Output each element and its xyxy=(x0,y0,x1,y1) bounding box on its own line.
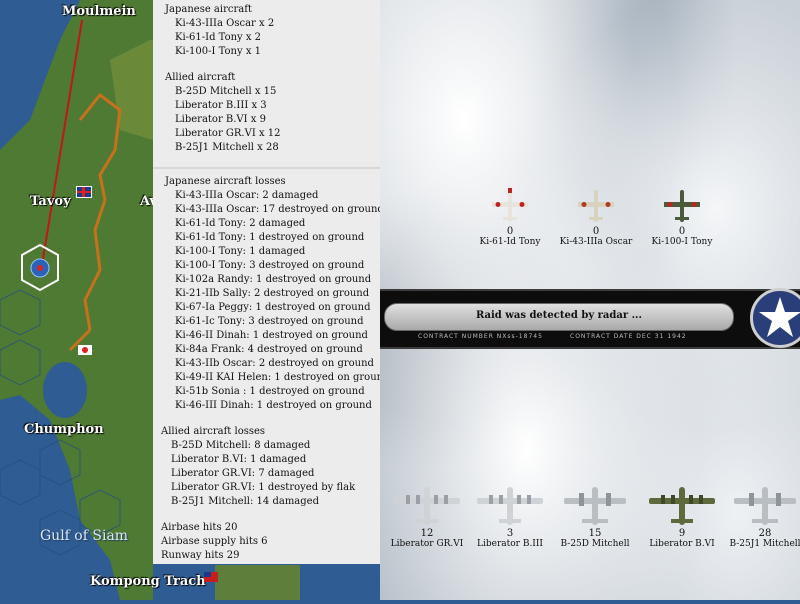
list-item: Ki-43-IIb Oscar: 2 destroyed on ground xyxy=(175,358,374,369)
section-title: Japanese aircraft xyxy=(165,4,252,15)
combat-animation-area: 0 Ki-61-Id Tony 0 Ki-43-IIIa Oscar 0 Ki-… xyxy=(380,0,800,600)
base-unit-icon[interactable] xyxy=(35,215,65,233)
plane-count: 0 xyxy=(506,226,514,237)
list-item: B-25D Mitchell: 8 damaged xyxy=(171,440,311,451)
list-item: Liberator GR.VI: 7 damaged xyxy=(171,468,315,479)
british-flag-icon[interactable] xyxy=(76,186,92,198)
plane-count: 9 xyxy=(678,528,686,539)
plane-count: 0 xyxy=(592,226,600,237)
list-item: Ki-21-IIb Sally: 2 destroyed on ground xyxy=(175,288,370,299)
plane-name: Liberator GR.VI xyxy=(390,539,464,549)
list-item: Ki-100-I Tony: 3 destroyed on ground xyxy=(175,260,365,271)
hits-line: Runway hits 29 xyxy=(161,550,240,561)
section-title: Allied aircraft xyxy=(165,72,236,83)
plane-count: 0 xyxy=(678,226,686,237)
list-item: Liberator GR.VI x 12 xyxy=(175,128,281,139)
list-item: Ki-43-IIIa Oscar x 2 xyxy=(175,18,275,29)
allied-losses-section: Allied aircraft losses B-25D Mitchell: 8… xyxy=(153,425,380,509)
section-title: Allied aircraft losses xyxy=(161,426,266,437)
allied-plane-liberator-gr6[interactable]: 12 Liberator GR.VI xyxy=(387,484,467,549)
raid-message-banner: Raid was detected by radar ... CONTRACT … xyxy=(380,288,800,349)
list-item: B-25J1 Mitchell x 28 xyxy=(175,142,279,153)
city-label-kompong-trach[interactable]: Kompong Trach xyxy=(90,574,206,589)
list-item: Ki-49-II KAI Helen: 1 destroyed on groun… xyxy=(175,372,380,383)
plane-name: Liberator B.III xyxy=(477,539,543,549)
city-label-tavoy[interactable]: Tavoy xyxy=(30,194,71,209)
list-item: Ki-43-IIIa Oscar: 2 damaged xyxy=(175,190,319,201)
plane-name: B-25D Mitchell xyxy=(560,539,630,549)
contract-date-label: CONTRACT DATE DEC 31 1942 xyxy=(570,333,687,340)
allied-plane-b25d-mitchell[interactable]: 15 B-25D Mitchell xyxy=(555,484,635,549)
list-item: Ki-46-II Dinah: 1 destroyed on ground xyxy=(175,330,368,341)
hits-section: Airbase hits 20 Airbase supply hits 6 Ru… xyxy=(153,521,380,563)
sea-label-gulf-of-siam: Gulf of Siam xyxy=(40,528,129,544)
contract-number-label: CONTRACT NUMBER NXss-18745 xyxy=(418,333,543,340)
list-item: Liberator B.III x 3 xyxy=(175,100,267,111)
japanese-plane-ki100-tony[interactable]: 0 Ki-100-I Tony xyxy=(642,186,722,247)
allied-aircraft-section: Allied aircraft B-25D Mitchell x 15 Libe… xyxy=(153,71,380,155)
plane-name: Ki-61-Id Tony xyxy=(479,237,541,247)
list-item: Ki-43-IIIa Oscar: 17 destroyed on ground xyxy=(175,204,380,215)
section-title: Japanese aircraft losses xyxy=(165,176,286,187)
list-item: Ki-61-Ic Tony: 3 destroyed on ground xyxy=(175,316,364,327)
bomber-plane-icon xyxy=(734,487,796,525)
city-label-chumphon[interactable]: Chumphon xyxy=(24,422,104,437)
raid-message: Raid was detected by radar ... xyxy=(475,310,643,321)
hits-line: Airbase supply hits 6 xyxy=(161,536,268,547)
list-item: Liberator B.VI: 1 damaged xyxy=(171,454,307,465)
plane-count: 15 xyxy=(588,528,602,539)
message-plate: Raid was detected by radar ... xyxy=(384,303,734,331)
divider xyxy=(153,167,380,169)
plane-name: Liberator B.VI xyxy=(649,539,715,549)
list-item: Ki-51b Sonia : 1 destroyed on ground xyxy=(175,386,365,397)
list-item: Ki-61-Id Tony: 2 damaged xyxy=(175,218,306,229)
list-item: Ki-84a Frank: 4 destroyed on ground xyxy=(175,344,363,355)
us-star-roundel-icon xyxy=(750,288,800,348)
fighter-plane-icon xyxy=(578,190,614,222)
japanese-losses-section: Japanese aircraft losses Ki-43-IIIa Osca… xyxy=(153,175,380,413)
list-item: Liberator B.VI x 9 xyxy=(175,114,266,125)
list-item: Ki-100-I Tony x 1 xyxy=(175,46,262,57)
japanese-flag-icon[interactable] xyxy=(78,345,92,355)
list-item: Liberator GR.VI: 1 destroyed by flak xyxy=(171,482,356,493)
plane-name: Ki-100-I Tony xyxy=(651,237,713,247)
plane-name: Ki-43-IIIa Oscar xyxy=(559,237,633,247)
list-item: B-25J1 Mitchell: 14 damaged xyxy=(171,496,319,507)
fighter-plane-icon xyxy=(492,188,528,222)
list-item: Ki-46-III Dinah: 1 destroyed on ground xyxy=(175,400,372,411)
plane-count: 28 xyxy=(758,528,772,539)
list-item: Ki-102a Randy: 1 destroyed on ground xyxy=(175,274,372,285)
bomber-plane-icon xyxy=(649,487,715,525)
list-item: Ki-61-Id Tony: 1 destroyed on ground xyxy=(175,232,365,243)
city-label-moulmein[interactable]: Moulmein xyxy=(62,4,136,19)
japanese-aircraft-section: Japanese aircraft Ki-43-IIIa Oscar x 2 K… xyxy=(153,3,380,59)
allied-plane-liberator-b3[interactable]: 3 Liberator B.III xyxy=(470,484,550,549)
chinese-flag-icon[interactable] xyxy=(204,572,218,582)
japanese-plane-ki61-tony[interactable]: 0 Ki-61-Id Tony xyxy=(470,186,550,247)
bomber-plane-icon xyxy=(477,487,543,525)
fighter-plane-icon xyxy=(664,190,700,222)
list-item: Ki-100-I Tony: 1 damaged xyxy=(175,246,306,257)
plane-count: 3 xyxy=(506,528,514,539)
list-item: Ki-61-Id Tony x 2 xyxy=(175,32,262,43)
bomber-plane-icon xyxy=(564,487,626,525)
allied-plane-liberator-b6[interactable]: 9 Liberator B.VI xyxy=(642,484,722,549)
plane-count: 12 xyxy=(420,528,434,539)
plane-name: B-25J1 Mitchell xyxy=(729,539,800,549)
list-item: Ki-67-Ia Peggy: 1 destroyed on ground xyxy=(175,302,371,313)
allied-plane-b25j1-mitchell[interactable]: 28 B-25J1 Mitchell xyxy=(725,484,800,549)
bomber-plane-icon xyxy=(394,487,460,525)
combat-report-panel: Japanese aircraft Ki-43-IIIa Oscar x 2 K… xyxy=(153,0,380,564)
japanese-plane-ki43-oscar[interactable]: 0 Ki-43-IIIa Oscar xyxy=(556,186,636,247)
list-item: B-25D Mitchell x 15 xyxy=(175,86,277,97)
hits-line: Airbase hits 20 xyxy=(161,522,238,533)
